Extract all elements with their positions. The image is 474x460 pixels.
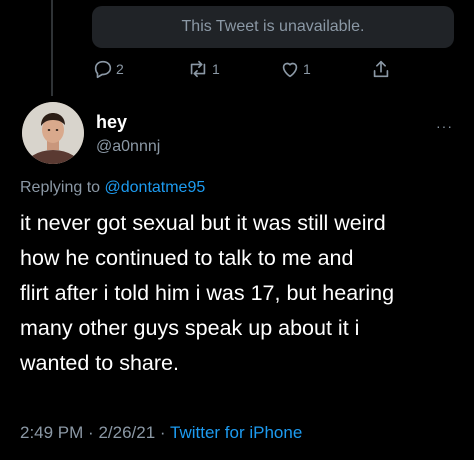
share-icon [370, 58, 392, 80]
replying-to: Replying to @dontatme95 [20, 179, 205, 197]
more-options-icon[interactable]: ··· [436, 118, 453, 134]
tweet-text-line: how he continued to talk to me and [20, 246, 354, 270]
tweet-text-line: wanted to share. [20, 351, 179, 375]
tweet-metadata: 2:49 PM · 2/26/21 · Twitter for iPhone [20, 423, 302, 443]
reply-count: 2 [116, 61, 124, 77]
reply-button[interactable]: 2 [92, 58, 124, 80]
separator: · [88, 423, 94, 442]
like-count: 1 [303, 61, 311, 77]
tweet-action-bar: 2 1 1 [0, 58, 474, 82]
replying-prefix: Replying to [20, 179, 105, 196]
like-button[interactable]: 1 [279, 58, 311, 80]
tweet-source-link[interactable]: Twitter for iPhone [170, 423, 302, 442]
tweet-text-line: many other guys speak up about it i [20, 316, 360, 340]
tweet-date[interactable]: 2/26/21 [98, 423, 155, 442]
avatar[interactable] [22, 102, 84, 164]
retweet-icon [186, 58, 210, 80]
tweet-text: it never got sexual but it was still wei… [20, 206, 460, 381]
unavailable-tweet-card: This Tweet is unavailable. [92, 6, 454, 48]
reply-icon [92, 58, 114, 80]
unavailable-tweet-text: This Tweet is unavailable. [181, 18, 365, 35]
replying-to-link[interactable]: @dontatme95 [105, 179, 206, 196]
separator: · [159, 423, 166, 442]
username-handle[interactable]: @a0nnnj [96, 138, 160, 156]
display-name[interactable]: hey [96, 112, 127, 133]
share-button[interactable] [370, 58, 392, 80]
like-icon [279, 58, 301, 80]
tweet-time[interactable]: 2:49 PM [20, 423, 83, 442]
retweet-count: 1 [212, 61, 220, 77]
tweet-text-line: flirt after i told him i was 17, but hea… [20, 281, 395, 305]
retweet-button[interactable]: 1 [186, 58, 220, 80]
tweet-text-line: it never got sexual but it was still wei… [20, 211, 386, 235]
